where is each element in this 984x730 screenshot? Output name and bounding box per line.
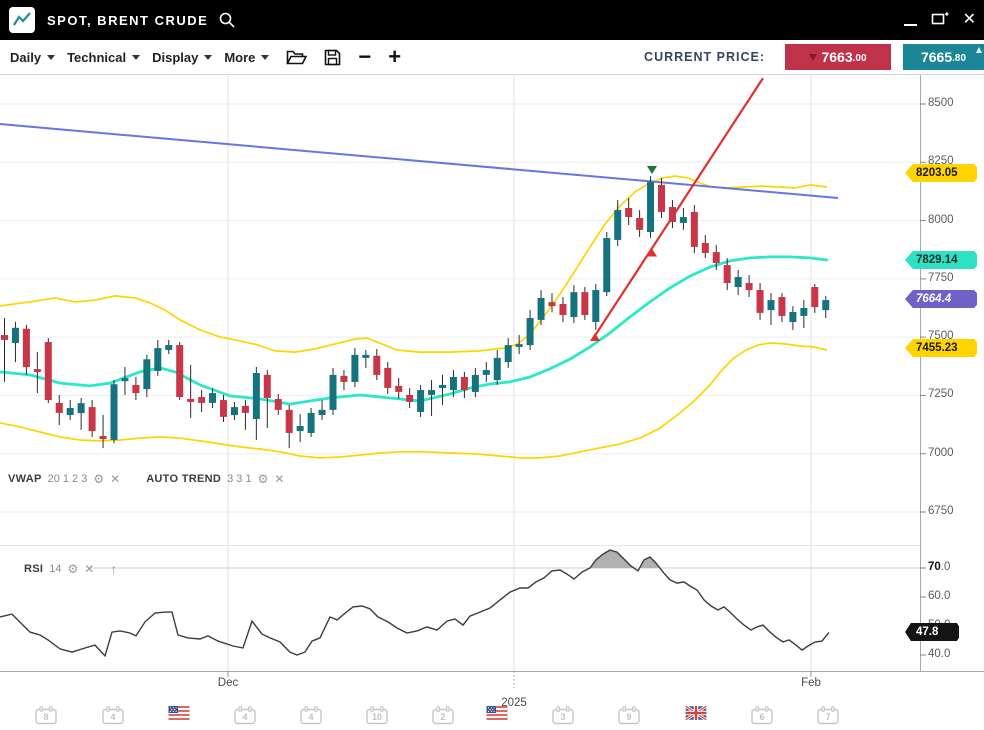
price-tick-label: 7750 bbox=[928, 272, 954, 284]
svg-text:10: 10 bbox=[372, 712, 382, 722]
arrow-up-icon bbox=[976, 47, 982, 53]
calendar-event-icon[interactable]: 2 bbox=[432, 706, 454, 730]
calendar-event-icon[interactable]: 7 bbox=[817, 706, 839, 730]
rsi-params: 14 bbox=[49, 563, 61, 575]
current-price-label: CURRENT PRICE: bbox=[644, 50, 765, 64]
rsi-line bbox=[0, 550, 829, 656]
menu-display[interactable]: Display bbox=[152, 50, 212, 65]
chevron-down-icon bbox=[47, 55, 55, 60]
uk-flag-icon[interactable] bbox=[686, 706, 707, 725]
collapse-pane-arrow-icon[interactable]: ↑ bbox=[110, 561, 117, 577]
menu-more[interactable]: More bbox=[224, 50, 269, 65]
price-badge: 7664.4 bbox=[905, 290, 977, 308]
us-flag-icon[interactable] bbox=[169, 706, 190, 725]
rsi-remove-icon[interactable]: ✕ bbox=[84, 562, 94, 576]
search-icon[interactable] bbox=[218, 11, 236, 29]
toolbar: Daily Technical Display More − + CURRENT… bbox=[0, 40, 984, 75]
bid-price-badge: 7663.00 bbox=[785, 44, 891, 70]
bollinger-upper-band bbox=[0, 176, 827, 352]
calendar-event-icon[interactable]: 9 bbox=[618, 706, 640, 730]
open-folder-icon[interactable] bbox=[286, 49, 307, 66]
vwap-remove-icon[interactable]: ✕ bbox=[110, 472, 120, 486]
chevron-down-icon bbox=[261, 55, 269, 60]
chevron-down-icon bbox=[132, 55, 140, 60]
price-tick-label: 8000 bbox=[928, 214, 954, 226]
auto-trend-label: AUTO TREND bbox=[146, 473, 221, 485]
vwap-settings-gear-icon[interactable]: ⚙ bbox=[93, 472, 104, 486]
save-icon[interactable] bbox=[324, 49, 341, 66]
menu-daily[interactable]: Daily bbox=[10, 50, 55, 65]
calendar-event-icon[interactable]: 8 bbox=[35, 706, 57, 730]
menu-technical[interactable]: Technical bbox=[67, 50, 140, 65]
price-tick-label: 7250 bbox=[928, 388, 954, 400]
us-flag-icon[interactable] bbox=[487, 706, 508, 725]
svg-text:4: 4 bbox=[242, 712, 247, 722]
close-button[interactable]: ✕ bbox=[963, 12, 976, 28]
candles bbox=[1, 176, 829, 448]
rsi-tick-label: 70.0 bbox=[928, 561, 950, 573]
calendar-event-icon[interactable]: 4 bbox=[300, 706, 322, 730]
app-logo-icon bbox=[9, 7, 35, 33]
titlebar: SPOT, BRENT CRUDE ✕ bbox=[0, 0, 984, 40]
price-tick-label: 6750 bbox=[928, 505, 954, 517]
svg-text:4: 4 bbox=[308, 712, 313, 722]
svg-text:7: 7 bbox=[825, 712, 830, 722]
rsi-value-badge: 47.8 bbox=[905, 623, 959, 641]
auto-trend-params: 3 3 1 bbox=[227, 473, 251, 485]
price-pane bbox=[0, 78, 838, 458]
auto-trend-settings-gear-icon[interactable]: ⚙ bbox=[258, 472, 269, 486]
signal-triangle-down-icon bbox=[647, 166, 657, 174]
rsi-settings-gear-icon[interactable]: ⚙ bbox=[68, 562, 79, 576]
chevron-down-icon bbox=[204, 55, 212, 60]
indicator-row-main: VWAP 20 1 2 3 ⚙ ✕ AUTO TREND 3 3 1 ⚙ ✕ bbox=[8, 472, 284, 486]
popout-button[interactable] bbox=[931, 10, 949, 31]
zoom-in-button[interactable]: + bbox=[388, 47, 401, 67]
indicator-row-rsi: RSI 14 ⚙ ✕ ↑ bbox=[24, 561, 117, 577]
price-chart-canvas bbox=[0, 75, 984, 729]
price-badge: 7455.23 bbox=[905, 339, 977, 357]
vwap-params: 20 1 2 3 bbox=[48, 473, 88, 485]
rsi-tick-label: 60.0 bbox=[928, 590, 950, 602]
svg-text:2: 2 bbox=[440, 712, 445, 722]
arrow-down-icon bbox=[809, 54, 817, 61]
calendar-event-icon[interactable]: 4 bbox=[102, 706, 124, 730]
time-axis-label: Dec bbox=[218, 677, 238, 689]
window-title: SPOT, BRENT CRUDE bbox=[47, 13, 208, 28]
vwap-label: VWAP bbox=[8, 473, 42, 485]
rsi-overbought-fill bbox=[0, 550, 829, 656]
descending-trendline bbox=[0, 124, 838, 198]
minimize-button[interactable] bbox=[904, 13, 917, 28]
svg-text:3: 3 bbox=[560, 712, 565, 722]
svg-text:6: 6 bbox=[759, 712, 764, 722]
time-axis-label: Feb bbox=[801, 677, 821, 689]
rsi-tick-label: 40.0 bbox=[928, 648, 950, 660]
price-tick-label: 7000 bbox=[928, 447, 954, 459]
svg-text:4: 4 bbox=[110, 712, 115, 722]
svg-text:8: 8 bbox=[43, 712, 48, 722]
price-badge: 8203.05 bbox=[905, 164, 977, 182]
calendar-event-icon[interactable]: 10 bbox=[366, 706, 388, 730]
price-badge: 7829.14 bbox=[905, 251, 977, 269]
calendar-event-icon[interactable]: 4 bbox=[234, 706, 256, 730]
zoom-out-button[interactable]: − bbox=[358, 47, 371, 67]
ask-price-badge: 7665.80 bbox=[903, 44, 984, 70]
rsi-label: RSI bbox=[24, 563, 43, 575]
chart-area: 8500825080007750750072507000675070.060.0… bbox=[0, 75, 984, 729]
calendar-event-icon[interactable]: 6 bbox=[751, 706, 773, 730]
calendar-event-icon[interactable]: 3 bbox=[552, 706, 574, 730]
auto-trend-remove-icon[interactable]: ✕ bbox=[274, 472, 284, 486]
svg-text:9: 9 bbox=[626, 712, 631, 722]
price-tick-label: 8500 bbox=[928, 97, 954, 109]
